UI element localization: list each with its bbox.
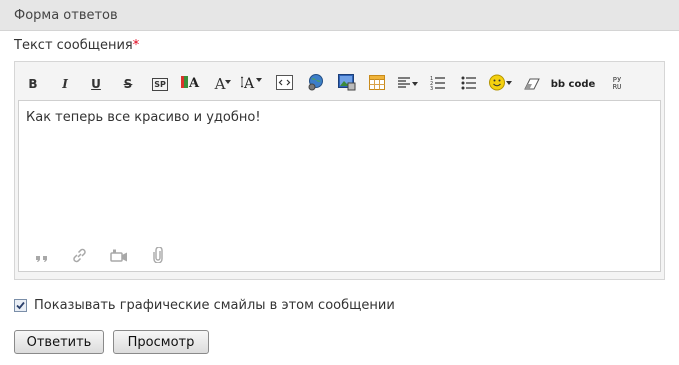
insert-video-button[interactable] (109, 248, 129, 266)
preview-button[interactable]: Просмотр (113, 330, 209, 354)
svg-text:A: A (243, 76, 255, 90)
quote-icon (35, 248, 49, 267)
bullet-list-button[interactable] (460, 74, 478, 94)
italic-button[interactable]: I (56, 74, 74, 94)
font-family-button[interactable]: A (240, 74, 264, 94)
strike-icon: S (123, 77, 133, 91)
paperclip-icon (152, 246, 164, 267)
bullet-list-icon (461, 75, 477, 94)
required-mark: * (132, 38, 140, 53)
bbcode-button[interactable]: bb code (550, 74, 596, 94)
message-textarea[interactable] (18, 100, 661, 272)
underline-button[interactable]: U (87, 74, 105, 94)
bbcode-icon: bb code (550, 78, 596, 90)
bold-button[interactable]: B (24, 74, 42, 94)
table-button[interactable] (368, 74, 386, 94)
message-label-text: Текст сообщения (14, 38, 133, 53)
font-size-button[interactable]: A (212, 74, 234, 94)
code-icon (275, 74, 293, 94)
chain-link-icon (72, 248, 87, 267)
checkmark-icon (16, 301, 25, 310)
insert-link-button[interactable] (71, 248, 87, 266)
table-icon (369, 74, 385, 94)
link-button[interactable] (305, 73, 325, 95)
translit-button[interactable]: РУ RU (606, 74, 628, 94)
font-family-icon: A (240, 74, 263, 94)
message-label: Текст сообщения* (14, 38, 139, 53)
font-color-button[interactable]: A (180, 74, 202, 94)
remove-format-button[interactable] (521, 74, 543, 94)
code-button[interactable] (274, 74, 294, 94)
translit-icon: РУ RU (612, 76, 622, 91)
image-icon (338, 73, 356, 95)
underline-icon: U (91, 77, 101, 91)
smiley-icon (489, 74, 513, 95)
spoiler-button[interactable]: SP (150, 74, 170, 94)
numbered-list-icon: 1 2 3 (430, 75, 446, 94)
eraser-icon (523, 75, 541, 94)
video-camera-icon (110, 248, 128, 267)
message-text: Как теперь все красиво и удобно! (26, 110, 261, 125)
svg-text:A: A (188, 76, 200, 90)
image-button[interactable] (337, 73, 357, 95)
svg-text:3: 3 (430, 86, 433, 90)
attach-file-button[interactable] (150, 246, 166, 267)
font-size-icon: A (215, 75, 232, 93)
italic-icon: I (62, 77, 68, 91)
show-smiles-checkbox[interactable] (14, 299, 27, 312)
spoiler-icon: SP (152, 77, 168, 91)
form-header: Форма ответов (0, 0, 679, 31)
form-title: Форма ответов (14, 8, 118, 23)
bold-icon: B (28, 77, 38, 91)
strike-button[interactable]: S (119, 74, 137, 94)
align-left-icon (397, 75, 419, 94)
show-smiles-label: Показывать графические смайлы в этом соо… (34, 298, 395, 313)
align-button[interactable] (396, 74, 420, 94)
reply-button[interactable]: Ответить (14, 330, 104, 354)
ordered-list-button[interactable]: 1 2 3 (429, 74, 447, 94)
globe-link-icon (307, 73, 324, 95)
font-color-icon: A (181, 74, 201, 94)
quote-button[interactable] (34, 248, 50, 266)
smiles-button[interactable] (488, 74, 514, 94)
